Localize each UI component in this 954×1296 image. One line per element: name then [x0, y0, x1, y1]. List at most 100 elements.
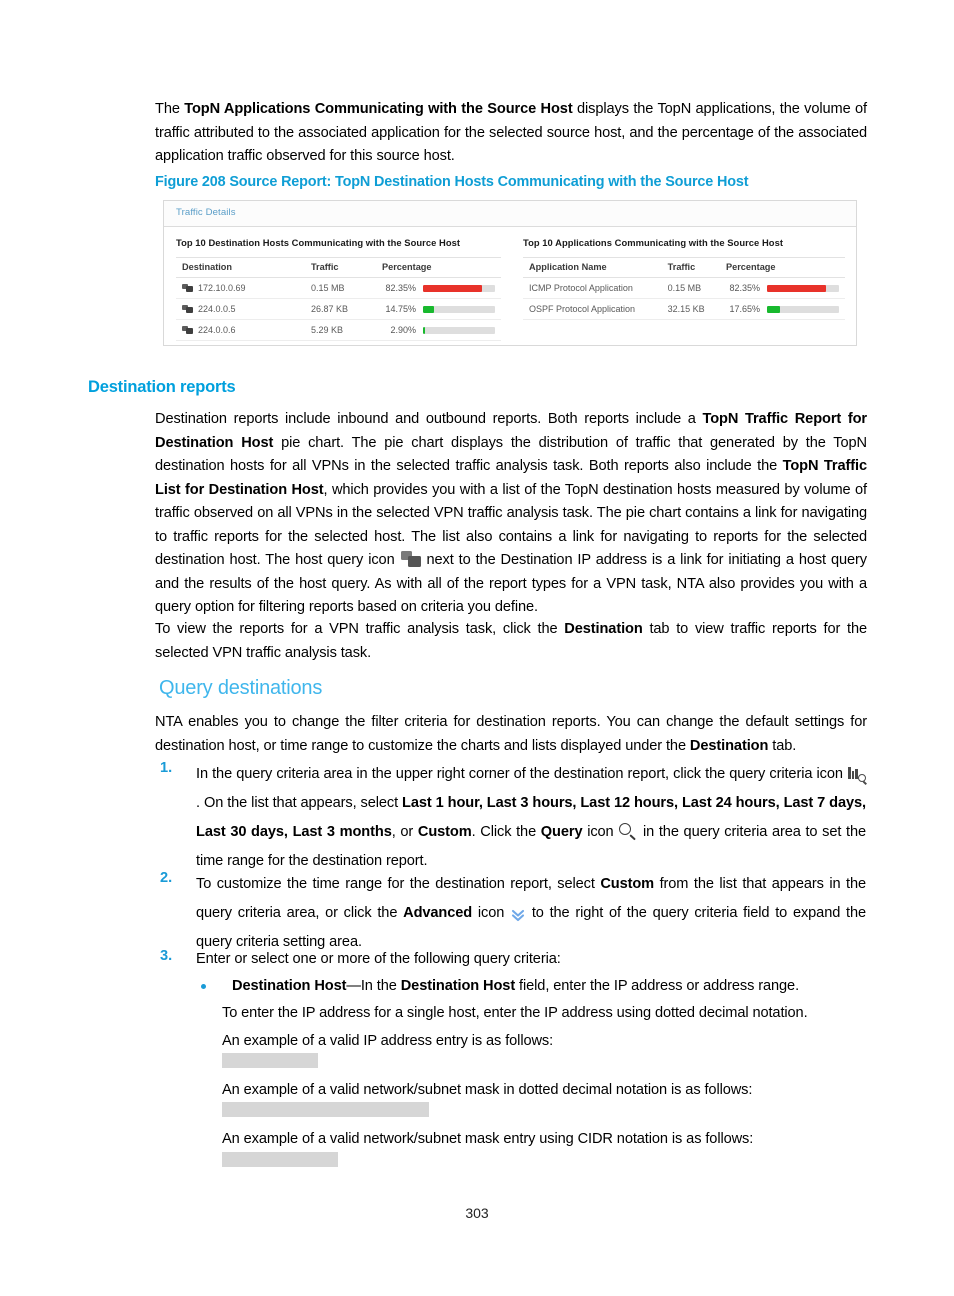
cell-traffic: 5.29 KB [304, 319, 376, 341]
s1-d: . Click the [471, 824, 541, 840]
bullet-rest: field, enter the IP address or address r… [515, 978, 800, 994]
bullet-line-3: An example of a valid IP address entry i… [222, 1033, 554, 1049]
advanced-chevron-down-icon[interactable] [510, 905, 526, 922]
query-criteria-icon[interactable] [847, 766, 867, 785]
page-number: 303 [465, 1205, 489, 1221]
tab-traffic-details[interactable]: Traffic Details [176, 207, 236, 218]
col-traffic: Traffic [661, 257, 720, 278]
cell-destination: 172.10.0.69 [176, 277, 305, 299]
cell-application-name: ICMP Protocol Application [523, 277, 662, 299]
qd-intro-c: tab. [768, 737, 797, 754]
qd-intro-bold: Destination [689, 737, 769, 754]
figure-tab-bar: Traffic Details [164, 201, 856, 227]
cell-destination: 224.0.0.5 [176, 298, 305, 320]
search-icon[interactable] [618, 822, 638, 842]
percentage-label: 2.90% [390, 325, 416, 335]
cell-percentage: 14.75% [375, 298, 501, 320]
s1-query: Query [540, 824, 583, 840]
s1-c: , or [391, 824, 418, 840]
redacted-example-cidr [222, 1152, 338, 1167]
percentage-label: 17.65% [729, 304, 760, 314]
destination-host-value[interactable]: 224.0.0.5 [198, 304, 236, 314]
heading-destination-reports: Destination reports [88, 378, 236, 396]
dr-p2-a: To view the reports for a VPN traffic an… [155, 621, 565, 637]
percentage-bar-fill [422, 284, 483, 292]
intro-text-bold: TopN Applications Communicating with the… [184, 101, 573, 117]
percentage-label: 82.35% [729, 283, 760, 293]
host-query-icon[interactable] [182, 304, 193, 314]
document-page: The TopN Applications Communicating with… [0, 0, 954, 1296]
intro-paragraph: The TopN Applications Communicating with… [155, 98, 867, 169]
step-3-text: Enter or select one or more of the follo… [196, 951, 561, 967]
destination-reports-paragraph-2: To view the reports for a VPN traffic an… [155, 618, 867, 665]
col-traffic: Traffic [304, 257, 376, 278]
host-query-icon[interactable] [182, 283, 193, 293]
panel-title-left: Top 10 Destination Hosts Communicating w… [176, 237, 461, 248]
step-1-text: In the query criteria area in the upper … [196, 760, 867, 876]
s2-advanced: Advanced [403, 905, 473, 921]
percentage-bar [422, 326, 495, 334]
percentage-bar [766, 284, 839, 292]
cell-traffic: 32.15 KB [661, 298, 720, 320]
bullet-marker [201, 984, 206, 989]
s2-a: To customize the time range for the dest… [196, 876, 601, 892]
destination-host-value[interactable]: 224.0.0.6 [198, 325, 236, 335]
table-row[interactable]: 224.0.0.5 26.87 KB 14.75% [176, 298, 501, 320]
step-2-number: 2. [160, 870, 173, 886]
destination-host-value[interactable]: 172.10.0.69 [198, 283, 246, 293]
destination-reports-paragraph-1: Destination reports include inbound and … [155, 408, 867, 620]
bullet-line-4: An example of a valid network/subnet mas… [222, 1082, 753, 1098]
heading-query-destinations: Query destinations [159, 677, 323, 699]
cell-traffic: 26.87 KB [304, 298, 376, 320]
panel-title-right: Top 10 Applications Communicating with t… [523, 237, 784, 248]
percentage-label: 82.35% [385, 283, 416, 293]
table-row[interactable]: 224.0.0.6 5.29 KB 2.90% [176, 319, 501, 341]
dr-p2-bold: Destination [564, 621, 643, 637]
percentage-label: 14.75% [385, 304, 416, 314]
bullet-destination-host: Destination Host—In the Destination Host… [232, 975, 866, 999]
percentage-bar [422, 305, 495, 313]
percentage-bar-fill [422, 326, 426, 334]
cell-percentage: 2.90% [375, 319, 501, 341]
s2-c: icon [472, 905, 511, 921]
step-2-text: To customize the time range for the dest… [196, 870, 866, 957]
step-1-number: 1. [160, 760, 173, 776]
table-header-row: Destination Traffic Percentage [176, 257, 501, 278]
percentage-bar-fill [422, 305, 434, 313]
figure-caption: Figure 208 Source Report: TopN Destinati… [155, 174, 749, 190]
table-destination-hosts: Destination Traffic Percentage 172.10.0.… [176, 257, 501, 341]
redacted-example-subnet-mask [222, 1102, 429, 1117]
cell-percentage: 17.65% [719, 298, 845, 320]
cell-percentage: 82.35% [375, 277, 501, 299]
redacted-example-ip [222, 1053, 318, 1068]
s1-b: . On the list that appears, select [196, 795, 403, 811]
cell-traffic: 0.15 MB [661, 277, 720, 299]
host-query-icon [400, 551, 422, 569]
table-row[interactable]: OSPF Protocol Application 32.15 KB 17.65… [523, 298, 845, 320]
host-query-icon[interactable] [182, 325, 193, 335]
s1-custom: Custom [417, 824, 472, 840]
col-percentage: Percentage [375, 257, 501, 278]
percentage-bar-fill [766, 305, 780, 313]
s1-e: icon [582, 824, 619, 840]
panel-top10-applications: Top 10 Applications Communicating with t… [511, 227, 856, 345]
dr-p1-a: Destination reports include inbound and … [155, 411, 703, 427]
panel-top10-destination-hosts: Top 10 Destination Hosts Communicating w… [164, 227, 511, 345]
table-row[interactable]: ICMP Protocol Application 0.15 MB 82.35% [523, 277, 845, 299]
bullet-line-2: To enter the IP address for a single hos… [222, 1005, 808, 1021]
table-row[interactable]: 172.10.0.69 0.15 MB 82.35% [176, 277, 501, 299]
cell-destination: 224.0.0.6 [176, 319, 305, 341]
bullet-dash: —In the [346, 978, 401, 994]
bullet-bold-1: Destination Host [232, 978, 347, 994]
percentage-bar [422, 284, 495, 292]
cell-traffic: 0.15 MB [304, 277, 376, 299]
bullet-line-5: An example of a valid network/subnet mas… [222, 1131, 754, 1147]
percentage-bar-fill [766, 284, 827, 292]
table-header-row: Application Name Traffic Percentage [523, 257, 845, 278]
bullet-bold-2: Destination Host [400, 978, 516, 994]
figure-screenshot: Traffic Details Top 10 Destination Hosts… [163, 200, 857, 346]
intro-text-before: The [155, 101, 185, 117]
s1-a: In the query criteria area in the upper … [196, 766, 847, 782]
cell-application-name: OSPF Protocol Application [523, 298, 662, 320]
col-destination: Destination [176, 257, 305, 278]
